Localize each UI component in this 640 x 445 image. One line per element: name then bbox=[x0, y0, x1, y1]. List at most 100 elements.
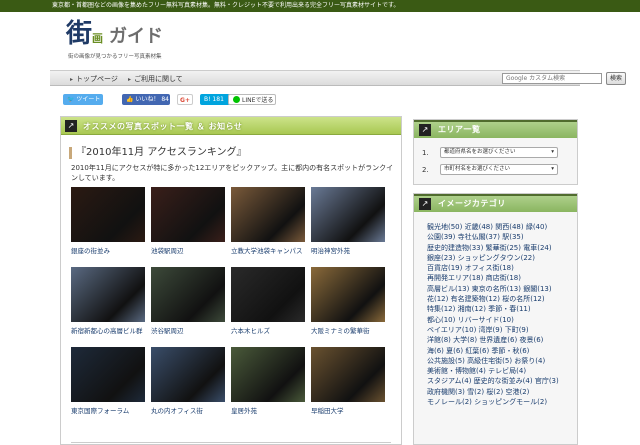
photo-thumbnail[interactable] bbox=[231, 267, 305, 322]
photo-card[interactable]: 銀座の街並み bbox=[71, 187, 149, 256]
category-link[interactable]: 夏(6) bbox=[446, 347, 463, 355]
category-link[interactable]: 海(6) bbox=[427, 347, 444, 355]
category-link[interactable]: ショッピングタウン(22) bbox=[458, 254, 535, 262]
category-link[interactable]: テレビ局(4) bbox=[488, 367, 526, 375]
category-link[interactable]: 桜の名所(12) bbox=[502, 295, 544, 303]
category-link[interactable]: 高級住宅街(5) bbox=[467, 357, 512, 365]
category-link[interactable]: 花(12) bbox=[427, 295, 448, 303]
category-link[interactable]: 公共施設(5) bbox=[427, 357, 465, 365]
category-link[interactable]: オフィス街(18) bbox=[465, 264, 514, 272]
like-button[interactable]: 👍 いいね！ 84 bbox=[122, 94, 170, 105]
photo-caption[interactable]: 東京国際フォーラム bbox=[71, 407, 149, 416]
category-link[interactable]: 季節・春(11) bbox=[488, 305, 530, 313]
line-button[interactable]: LINEで送る bbox=[228, 94, 276, 105]
photo-thumbnail[interactable] bbox=[151, 267, 225, 322]
photo-caption[interactable]: 銀座の街並み bbox=[71, 247, 149, 256]
category-link[interactable]: リバーサイド(10) bbox=[458, 316, 514, 324]
photo-card[interactable]: 大阪ミナミの繁華街 bbox=[311, 267, 389, 336]
tweet-button[interactable]: 🐦 ツイート bbox=[63, 94, 103, 105]
photo-thumbnail[interactable] bbox=[71, 267, 145, 322]
category-link[interactable]: 公園(39) bbox=[427, 233, 455, 241]
prefecture-select[interactable]: 都道府県名をお選びください ▾ bbox=[440, 147, 558, 158]
photo-card[interactable]: 池袋駅周辺 bbox=[151, 187, 229, 256]
category-link[interactable]: 緑(40) bbox=[526, 223, 547, 231]
category-link[interactable]: 繁華街(25) bbox=[486, 244, 521, 252]
photo-card[interactable]: 東京国際フォーラム bbox=[71, 347, 149, 416]
photo-thumbnail[interactable] bbox=[311, 187, 385, 242]
photo-card[interactable]: 皇居外苑 bbox=[231, 347, 309, 416]
category-link[interactable]: 商店街(18) bbox=[486, 274, 521, 282]
category-link[interactable]: スタジアム(4) bbox=[427, 377, 471, 385]
category-link[interactable]: 高層ビル(13) bbox=[427, 285, 469, 293]
category-link[interactable]: 湾岸(9) bbox=[479, 326, 503, 334]
category-link[interactable]: 大学(8) bbox=[453, 336, 477, 344]
photo-thumbnail[interactable] bbox=[151, 187, 225, 242]
category-link[interactable]: ショッピングモール(2) bbox=[474, 398, 547, 406]
category-link[interactable]: 電車(24) bbox=[523, 244, 551, 252]
photo-caption[interactable]: 丸の内オフィス街 bbox=[151, 407, 229, 416]
photo-caption[interactable]: 大阪ミナミの繁華街 bbox=[311, 327, 389, 336]
category-link[interactable]: 下町(9) bbox=[505, 326, 529, 334]
category-link[interactable]: 湘南(12) bbox=[458, 305, 486, 313]
photo-caption[interactable]: 池袋駅周辺 bbox=[151, 247, 229, 256]
photo-thumbnail[interactable] bbox=[71, 347, 145, 402]
photo-thumbnail[interactable] bbox=[311, 267, 385, 322]
category-link[interactable]: 空港(2) bbox=[505, 388, 529, 396]
photo-caption[interactable]: 早稲田大学 bbox=[311, 407, 389, 416]
category-link[interactable]: 特集(12) bbox=[427, 305, 455, 313]
category-link[interactable]: 銀閣(13) bbox=[523, 285, 551, 293]
photo-caption[interactable]: 明治神宮外苑 bbox=[311, 247, 389, 256]
category-link[interactable]: 紅葉(6) bbox=[465, 347, 489, 355]
photo-card[interactable]: 立教大学池袋キャンパス bbox=[231, 187, 309, 256]
city-select[interactable]: 市町村名をお選びください ▾ bbox=[440, 164, 558, 175]
photo-card[interactable]: 新宿新都心の高層ビル群 bbox=[71, 267, 149, 336]
photo-card[interactable]: 渋谷駅周辺 bbox=[151, 267, 229, 336]
search-button[interactable]: 検索 bbox=[606, 72, 626, 85]
category-link[interactable]: 関西(48) bbox=[495, 223, 523, 231]
category-link[interactable]: 再開発エリア(18) bbox=[427, 274, 483, 282]
photo-card[interactable]: 早稲田大学 bbox=[311, 347, 389, 416]
category-link[interactable]: 雪(2) bbox=[467, 388, 484, 396]
photo-caption[interactable]: 新宿新都心の高層ビル群 bbox=[71, 327, 149, 336]
category-link[interactable]: ベイエリア(10) bbox=[427, 326, 476, 334]
nav-top-page[interactable]: ▸ トップページ bbox=[70, 74, 118, 84]
category-link[interactable]: 官庁(3) bbox=[535, 377, 559, 385]
category-link[interactable]: 桜(2) bbox=[486, 388, 503, 396]
category-link[interactable]: 銀座(23) bbox=[427, 254, 455, 262]
category-link[interactable]: 歴史的な街並み(4) bbox=[474, 377, 533, 385]
gplus-button[interactable]: G+ bbox=[177, 94, 193, 105]
category-link[interactable]: 観光地(50) bbox=[427, 223, 462, 231]
category-link[interactable]: 寺社仏閣(37) bbox=[458, 233, 500, 241]
search-input[interactable]: Google カスタム検索 bbox=[502, 73, 602, 84]
photo-caption[interactable]: 立教大学池袋キャンパス bbox=[231, 247, 309, 256]
category-link[interactable]: 政府機関(3) bbox=[427, 388, 465, 396]
nav-usage[interactable]: ▸ ご利用に関して bbox=[128, 74, 183, 84]
category-link[interactable]: 歴史的建造物(33) bbox=[427, 244, 483, 252]
photo-card[interactable]: 六本木ヒルズ bbox=[231, 267, 309, 336]
category-link[interactable]: モノレール(2) bbox=[427, 398, 472, 406]
category-link[interactable]: 夜景(6) bbox=[519, 336, 543, 344]
category-link[interactable]: 美術館・博物館(4) bbox=[427, 367, 486, 375]
photo-caption[interactable]: 六本木ヒルズ bbox=[231, 327, 309, 336]
photo-thumbnail[interactable] bbox=[151, 347, 225, 402]
photo-thumbnail[interactable] bbox=[311, 347, 385, 402]
category-link[interactable]: 百貨店(19) bbox=[427, 264, 462, 272]
article-title[interactable]: 『2010年11月 アクセスランキング』 bbox=[69, 147, 247, 159]
photo-card[interactable]: 丸の内オフィス街 bbox=[151, 347, 229, 416]
hatena-button[interactable]: B! 181 bbox=[200, 94, 230, 105]
photo-card[interactable]: 明治神宮外苑 bbox=[311, 187, 389, 256]
category-link[interactable]: 洋館(8) bbox=[427, 336, 451, 344]
category-link[interactable]: お祭り(4) bbox=[514, 357, 545, 365]
category-link[interactable]: 東京の名所(13) bbox=[472, 285, 521, 293]
category-link[interactable]: 季節・秋(6) bbox=[491, 347, 529, 355]
category-link[interactable]: 近畿(48) bbox=[465, 223, 493, 231]
site-logo[interactable]: 街 画 ガイド bbox=[66, 21, 163, 48]
category-link[interactable]: 都心(10) bbox=[427, 316, 455, 324]
photo-thumbnail[interactable] bbox=[231, 347, 305, 402]
photo-thumbnail[interactable] bbox=[231, 187, 305, 242]
category-link[interactable]: 駅(35) bbox=[502, 233, 523, 241]
category-link[interactable]: 世界遺産(6) bbox=[479, 336, 517, 344]
photo-caption[interactable]: 渋谷駅周辺 bbox=[151, 327, 229, 336]
photo-thumbnail[interactable] bbox=[71, 187, 145, 242]
category-link[interactable]: 有名建築物(12) bbox=[451, 295, 500, 303]
